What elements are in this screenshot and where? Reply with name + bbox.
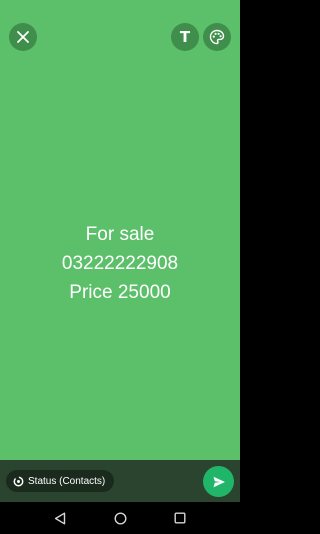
status-audience-label: Status (Contacts) xyxy=(28,475,106,487)
back-icon xyxy=(54,512,66,524)
status-text-line: Price 25000 xyxy=(69,282,171,303)
color-palette-button[interactable] xyxy=(203,23,231,51)
nav-back-button[interactable] xyxy=(52,510,68,526)
recents-icon xyxy=(174,512,186,524)
send-button[interactable] xyxy=(203,466,234,497)
send-icon xyxy=(213,476,225,487)
text-tool-button[interactable]: T xyxy=(171,23,199,51)
status-text-line: For sale xyxy=(85,224,155,245)
system-navigation-bar xyxy=(0,502,240,534)
nav-home-button[interactable] xyxy=(112,510,128,526)
status-text-line: 03222222908 xyxy=(61,253,179,274)
bottom-bar: Status (Contacts) xyxy=(0,460,240,502)
text-tool-icon: T xyxy=(179,28,191,46)
close-button[interactable] xyxy=(9,23,37,51)
home-icon xyxy=(113,511,127,525)
status-text[interactable]: For sale 03222222908 Price 25000 xyxy=(0,220,240,307)
close-icon xyxy=(17,31,29,43)
status-icon xyxy=(13,476,24,486)
nav-recents-button[interactable] xyxy=(172,510,188,526)
palette-icon xyxy=(209,29,225,45)
status-audience-selector[interactable]: Status (Contacts) xyxy=(6,470,115,492)
status-canvas[interactable]: T For sale 03222222908 Price 25000 xyxy=(0,0,240,460)
